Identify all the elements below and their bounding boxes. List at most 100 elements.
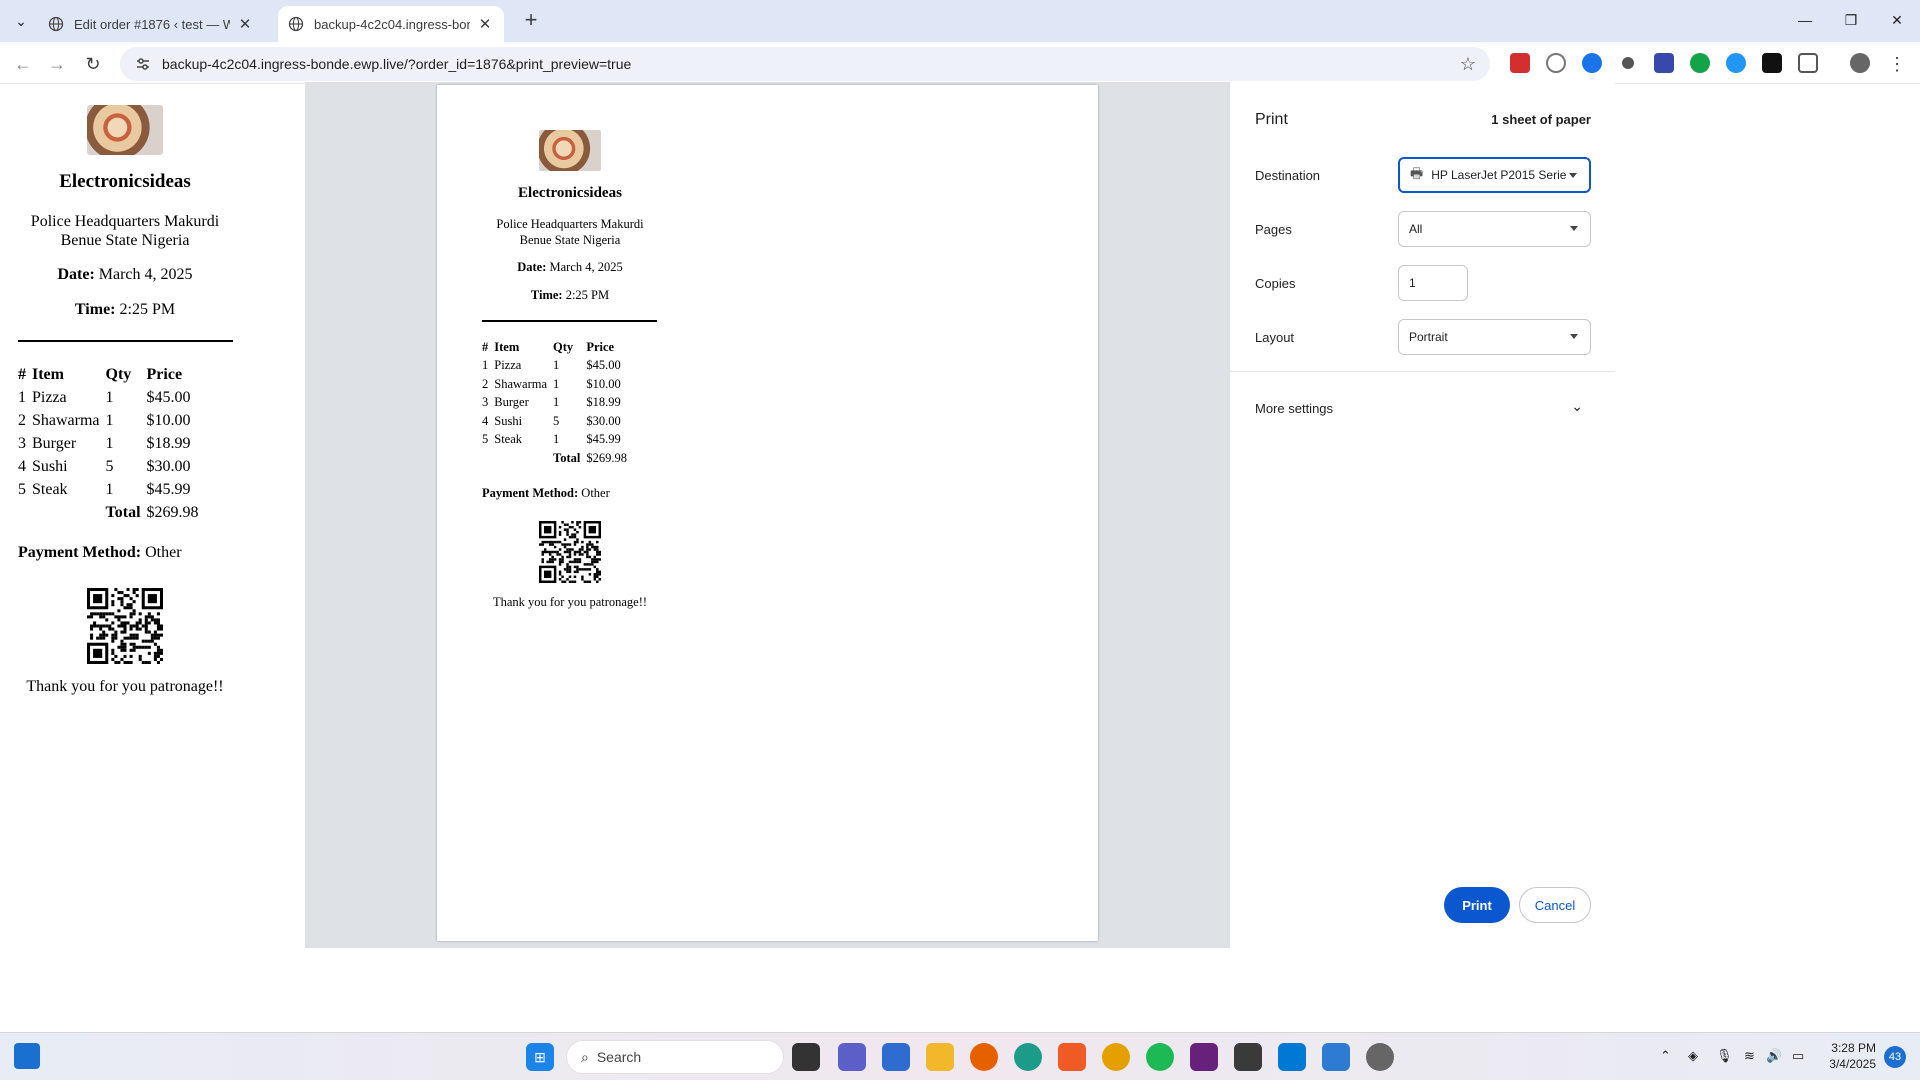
minimize-icon[interactable]: — bbox=[1782, 0, 1828, 40]
task-view-icon[interactable] bbox=[792, 1043, 820, 1071]
qr-code bbox=[87, 588, 163, 664]
copies-input[interactable]: 1 bbox=[1398, 265, 1468, 301]
tray-overflow-icon[interactable]: ⌃ bbox=[1660, 1048, 1671, 1064]
taskbar-clock[interactable]: 3:28 PM 3/4/2025 bbox=[1818, 1040, 1876, 1072]
widgets-icon[interactable] bbox=[14, 1043, 40, 1069]
profile-avatar[interactable] bbox=[1850, 53, 1870, 73]
tab-search-chevron-icon[interactable]: ⌄ bbox=[8, 8, 34, 34]
site-info-icon[interactable] bbox=[134, 55, 152, 73]
pages-label: Pages bbox=[1255, 222, 1292, 237]
extension-icon[interactable] bbox=[1654, 53, 1674, 73]
back-icon[interactable]: ← bbox=[10, 51, 36, 77]
chevron-down-icon[interactable]: ⌄ bbox=[1571, 398, 1583, 415]
extensions-puzzle-icon[interactable] bbox=[1798, 53, 1818, 73]
total-row: Total $269.98 bbox=[553, 450, 627, 465]
close-tab-icon[interactable]: ✕ bbox=[236, 15, 254, 33]
globe-icon bbox=[48, 16, 64, 32]
extension-icon[interactable] bbox=[1622, 57, 1634, 69]
print-button[interactable]: Print bbox=[1444, 887, 1510, 923]
extension-icon[interactable] bbox=[1510, 53, 1530, 73]
brave-icon[interactable] bbox=[1058, 1043, 1086, 1071]
file-explorer-icon[interactable] bbox=[926, 1043, 954, 1071]
payment-method: Payment Method: Other bbox=[482, 486, 610, 500]
security-icon[interactable]: ◈ bbox=[1688, 1048, 1698, 1064]
table-row: 5 Steak 1 $45.99 bbox=[482, 432, 621, 447]
thank-you-message: Thank you for you patronage!! bbox=[492, 595, 648, 609]
table-row: 1 Pizza 1 $45.00 bbox=[18, 388, 191, 406]
globe-icon bbox=[288, 16, 304, 32]
spotify-icon[interactable] bbox=[1146, 1043, 1174, 1071]
forward-icon[interactable]: → bbox=[44, 51, 70, 77]
search-placeholder: Search bbox=[596, 1049, 642, 1065]
search-icon: ⌕ bbox=[581, 1048, 589, 1065]
table-row: 5 Steak 1 $45.99 bbox=[18, 480, 191, 498]
destination-select[interactable]: 🖶 HP LaserJet P2015 Serie bbox=[1398, 157, 1591, 193]
table-row: 3 Burger 1 $18.99 bbox=[18, 434, 191, 452]
receipt-time: Time: 2:25 PM bbox=[530, 288, 610, 302]
clock-app-icon[interactable] bbox=[1366, 1043, 1394, 1071]
microphone-icon[interactable]: 🎙 bbox=[1716, 1048, 1733, 1064]
more-settings-toggle[interactable]: More settings bbox=[1255, 401, 1333, 416]
receipt-time: Time: 2:25 PM bbox=[74, 301, 176, 318]
tab-strip: ⌄ Edit order #1876 ‹ test — Word ✕ backu… bbox=[0, 0, 1920, 42]
table-row: 2 Shawarma 1 $10.00 bbox=[482, 376, 621, 391]
tab-print-preview[interactable]: backup-4c2c04.ingress-bonde.e ✕ bbox=[278, 6, 504, 42]
business-logo bbox=[539, 130, 601, 171]
extension-icon[interactable] bbox=[1726, 53, 1746, 73]
reload-icon[interactable]: ↻ bbox=[80, 51, 106, 77]
address-bar[interactable]: backup-4c2c04.ingress-bonde.ewp.live/?or… bbox=[120, 47, 1490, 81]
app-icon[interactable] bbox=[1234, 1043, 1262, 1071]
volume-icon[interactable]: 🔊 bbox=[1766, 1048, 1782, 1064]
wifi-icon[interactable]: ≋ bbox=[1744, 1048, 1755, 1064]
close-window-icon[interactable]: ✕ bbox=[1874, 0, 1920, 40]
grammarly-icon[interactable] bbox=[1690, 53, 1710, 73]
tab-edit-order[interactable]: Edit order #1876 ‹ test — Word ✕ bbox=[38, 6, 264, 42]
menu-dots-icon[interactable]: ⋮ bbox=[1884, 51, 1910, 77]
start-windows-icon[interactable]: ⊞ bbox=[526, 1043, 554, 1071]
battery-icon[interactable]: ▭ bbox=[1792, 1048, 1804, 1064]
bookmark-star-icon[interactable]: ☆ bbox=[1460, 54, 1476, 75]
items-table: # Item Qty Price 1 Pizza 1 $45.00 2 Shawarma 1 $1… bbox=[18, 363, 205, 524]
table-row: 2 Shawarma 1 $10.00 bbox=[18, 411, 191, 429]
layout-select[interactable]: Portrait bbox=[1398, 319, 1591, 355]
total-row: Total $269.98 bbox=[105, 503, 199, 521]
cancel-button[interactable]: Cancel bbox=[1519, 887, 1591, 923]
notification-badge[interactable]: 43 bbox=[1884, 1046, 1906, 1068]
preview-page: Electronicsideas Police Headquarters Mak… bbox=[437, 85, 1098, 941]
firefox-icon[interactable] bbox=[970, 1043, 998, 1071]
table-row: 1 Pizza 1 $45.00 bbox=[482, 358, 621, 373]
store-icon[interactable] bbox=[882, 1043, 910, 1071]
new-tab-icon[interactable]: + bbox=[518, 8, 544, 34]
url-text: backup-4c2c04.ingress-bonde.ewp.live/?or… bbox=[162, 56, 632, 72]
dropdown-caret-icon bbox=[1570, 226, 1578, 231]
receipt-page: Electronicsideas Police Headquarters Mak… bbox=[0, 85, 305, 1030]
vscode-icon[interactable] bbox=[1278, 1043, 1306, 1071]
destination-label: Destination bbox=[1255, 168, 1321, 183]
extension-icon[interactable] bbox=[1582, 53, 1602, 73]
qr-code bbox=[539, 521, 601, 583]
taskbar-search[interactable]: ⌕ Search bbox=[566, 1040, 784, 1074]
layout-label: Layout bbox=[1255, 330, 1295, 345]
notepad-icon[interactable] bbox=[1322, 1043, 1350, 1071]
thank-you-message: Thank you for you patronage!! bbox=[26, 678, 224, 695]
dropdown-caret-icon bbox=[1570, 334, 1578, 339]
chrome-icon[interactable] bbox=[1102, 1043, 1130, 1071]
visual-studio-icon[interactable] bbox=[1190, 1043, 1218, 1071]
print-settings-panel: Print 1 sheet of paper Destination 🖶 HP … bbox=[1230, 82, 1615, 948]
pages-value: All bbox=[1409, 222, 1423, 236]
pages-select[interactable]: All bbox=[1398, 211, 1591, 247]
tab-title: Edit order #1876 ‹ test — Word bbox=[74, 16, 230, 32]
table-header-row: # Item Qty Price bbox=[482, 339, 615, 354]
business-name: Electronicsideas bbox=[518, 185, 622, 201]
receipt-date: Date: March 4, 2025 bbox=[517, 260, 623, 274]
layout-value: Portrait bbox=[1409, 330, 1448, 344]
close-tab-icon[interactable]: ✕ bbox=[476, 15, 494, 33]
browser-toolbar: ← → ↻ backup-4c2c04.ingress-bonde.ewp.li… bbox=[0, 42, 1920, 84]
chat-icon[interactable] bbox=[838, 1043, 866, 1071]
edge-icon[interactable] bbox=[1014, 1043, 1042, 1071]
restore-icon[interactable]: ❐ bbox=[1828, 0, 1874, 40]
extension-icon[interactable] bbox=[1762, 53, 1782, 73]
items-table: # Item Qty Price 1 Pizza 1 $45.00 2 Shawarma 1 $1… bbox=[482, 338, 633, 468]
extension-icon[interactable] bbox=[1546, 53, 1566, 73]
table-header-row: # Item Qty Price bbox=[18, 365, 183, 383]
